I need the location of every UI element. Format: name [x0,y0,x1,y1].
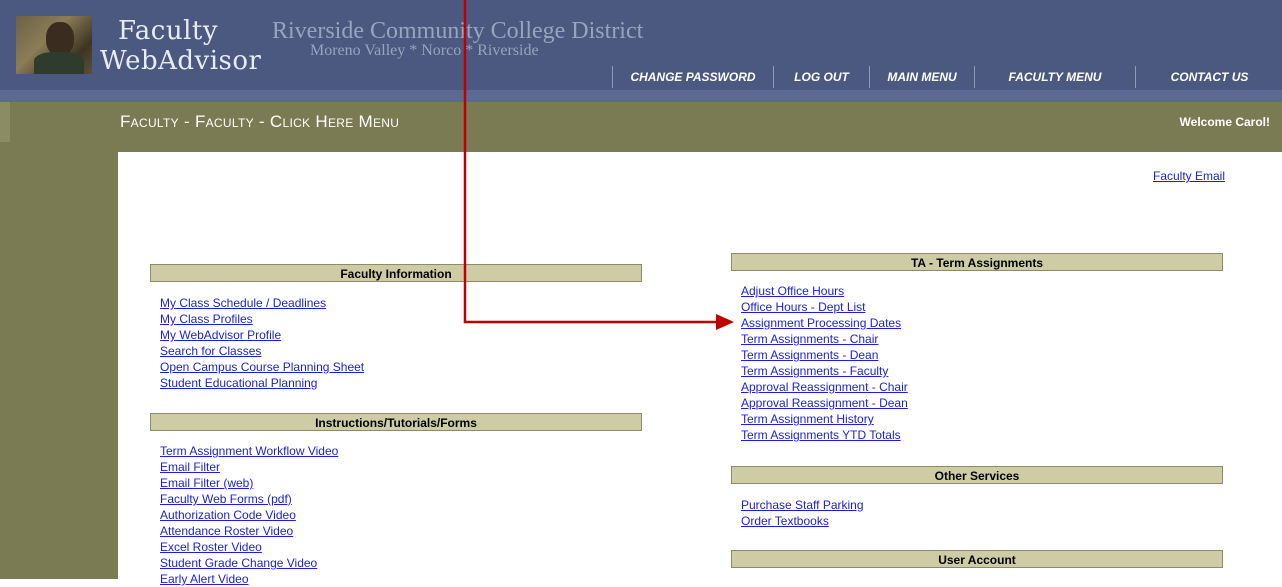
annotation-arrow-icon [463,0,734,330]
